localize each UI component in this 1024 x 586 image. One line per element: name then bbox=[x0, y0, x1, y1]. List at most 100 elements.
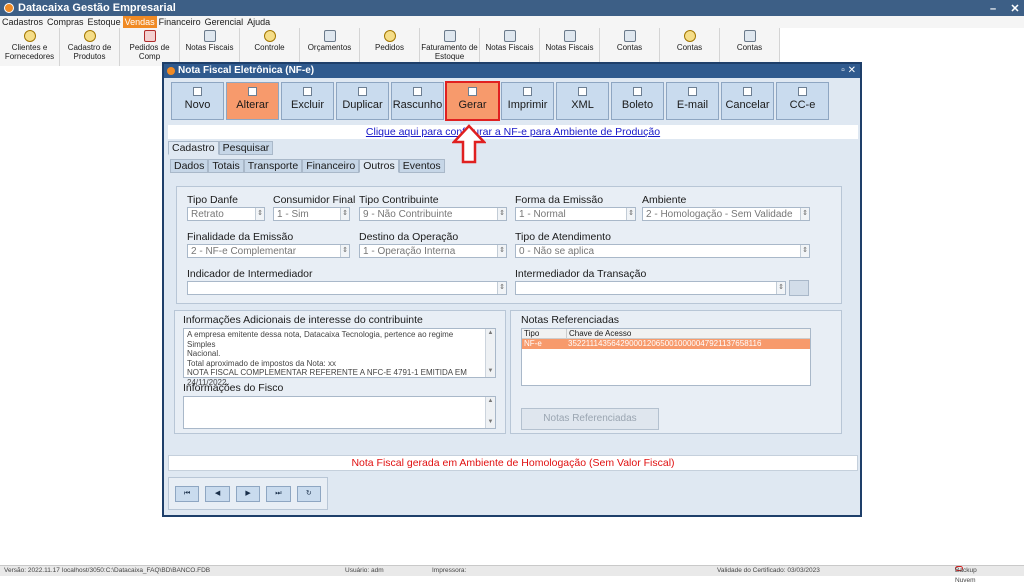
boleto-button[interactable]: Boleto bbox=[611, 82, 664, 120]
menu-financeiro[interactable]: Financeiro bbox=[157, 16, 203, 28]
toolbar-contas-3[interactable]: Contas bbox=[720, 28, 780, 66]
status-db: localhost/3050:C:\Datacaixa_FAQ\BD\BANCO… bbox=[62, 567, 211, 574]
intermediador-transacao-select[interactable]: ⇕ bbox=[515, 281, 786, 295]
tab-pesquisar[interactable]: Pesquisar bbox=[218, 141, 274, 155]
notas-ref-button[interactable]: Notas Referenciadas bbox=[521, 408, 659, 430]
ambiente-select[interactable]: 2 - Homologação - Sem Validade ⇕ bbox=[642, 207, 810, 221]
invoice-icon bbox=[203, 30, 216, 42]
cancel-icon bbox=[743, 87, 752, 96]
intermediador-search-button[interactable] bbox=[789, 280, 809, 296]
alterar-button[interactable]: Alterar bbox=[226, 82, 279, 120]
forma-emissao-select[interactable]: 1 - Normal ⇕ bbox=[515, 207, 636, 221]
toolbar-contas-1[interactable]: Contas bbox=[600, 28, 660, 66]
scroll-up-icon[interactable]: ▲ bbox=[486, 329, 495, 339]
status-impressora: Impressora: bbox=[432, 567, 467, 574]
toolbar-controle[interactable]: Controle bbox=[240, 28, 300, 66]
tab-eventos[interactable]: Eventos bbox=[398, 159, 445, 173]
tipo-contribuinte-select[interactable]: 9 - Não Contribuinte ⇕ bbox=[359, 207, 507, 221]
consumidor-final-select[interactable]: 1 - Sim ⇕ bbox=[273, 207, 350, 221]
accounts-icon bbox=[683, 30, 696, 42]
toolbar-pedidos[interactable]: Pedidos bbox=[360, 28, 420, 66]
prev-record-icon[interactable]: ◀ bbox=[205, 486, 230, 502]
textarea-scrollbar[interactable]: ▲ ▼ bbox=[485, 329, 495, 377]
col-chave: Chave de Acesso bbox=[566, 329, 762, 338]
scroll-down-icon[interactable]: ▼ bbox=[486, 367, 495, 377]
refresh-icon[interactable]: ↻ bbox=[296, 486, 322, 502]
toolbar-notas-fiscais-3[interactable]: Notas Fiscais bbox=[540, 28, 600, 66]
scroll-down-icon[interactable]: ▼ bbox=[486, 418, 495, 428]
menu-vendas[interactable]: Vendas bbox=[122, 16, 157, 28]
textarea-scrollbar[interactable]: ▲ ▼ bbox=[485, 397, 495, 428]
cce-button[interactable]: CC-e bbox=[776, 82, 829, 120]
spinner-icon: ⇕ bbox=[340, 208, 349, 220]
arrow-up-icon bbox=[452, 124, 486, 164]
menu-compras[interactable]: Compras bbox=[45, 16, 86, 28]
menu-ajuda[interactable]: Ajuda bbox=[245, 16, 272, 28]
table-row[interactable]: NF-e 35221114356429000120650010000047921… bbox=[522, 339, 810, 349]
sub-tabs: Dados Totais Transporte Financeiro Outro… bbox=[170, 159, 445, 173]
dialog-close-icon[interactable]: ✕ bbox=[848, 65, 856, 76]
rascunho-button[interactable]: Rascunho bbox=[391, 82, 444, 120]
tipo-danfe-select[interactable]: Retrato ⇕ bbox=[187, 207, 265, 221]
printer-icon bbox=[523, 87, 532, 96]
info-fisco-textarea[interactable]: ▲ ▼ bbox=[183, 396, 496, 429]
scroll-up-icon[interactable]: ▲ bbox=[486, 397, 495, 407]
toolbar-faturamento[interactable]: Faturamento de Estoque bbox=[420, 28, 480, 66]
last-record-icon[interactable]: ⏭ bbox=[266, 486, 291, 502]
tab-cadastro[interactable]: Cadastro bbox=[168, 141, 219, 155]
status-usuario: Usuário: adm bbox=[345, 567, 384, 574]
excluir-button[interactable]: Excluir bbox=[281, 82, 334, 120]
toolbar-contas-2[interactable]: Contas bbox=[660, 28, 720, 66]
notas-ref-panel: Notas Referenciadas Tipo Chave de Acesso… bbox=[510, 310, 842, 434]
next-record-icon[interactable]: ▶ bbox=[235, 486, 261, 502]
xml-button[interactable]: XML bbox=[556, 82, 609, 120]
email-button[interactable]: E-mail bbox=[666, 82, 719, 120]
tab-totais[interactable]: Totais bbox=[208, 159, 244, 173]
status-certificado: Validade do Certificado: 03/03/2023 bbox=[717, 567, 820, 574]
novo-button[interactable]: Novo bbox=[171, 82, 224, 120]
gear-icon bbox=[468, 87, 477, 96]
tab-outros[interactable]: Outros bbox=[359, 159, 399, 173]
finalidade-select[interactable]: 2 - NF-e Complementar ⇕ bbox=[187, 244, 350, 258]
toolbar-produtos[interactable]: Cadastro de Produtos bbox=[60, 28, 120, 66]
dialog-titlebar: Nota Fiscal Eletrônica (NF-e) ▫ ✕ bbox=[164, 64, 860, 78]
record-navigator: ⏮ ◀ ▶ ⏭ ↻ bbox=[168, 477, 328, 510]
toolbar-notas-fiscais-1[interactable]: Notas Fiscais bbox=[180, 28, 240, 66]
toolbar-pedidos-compra[interactable]: Pedidos de Comp bbox=[120, 28, 180, 66]
forma-emissao-label: Forma da Emissão bbox=[515, 194, 604, 206]
app-titlebar: Datacaixa Gestão Empresarial – ✕ bbox=[0, 0, 1024, 16]
correction-icon bbox=[798, 87, 807, 96]
menu-cadastros[interactable]: Cadastros bbox=[0, 16, 45, 28]
notas-ref-grid[interactable]: Tipo Chave de Acesso NF-e 35221114356429… bbox=[521, 328, 811, 386]
toolbar-orcamentos[interactable]: Orçamentos bbox=[300, 28, 360, 66]
info-adicionais-textarea[interactable]: A empresa emitente dessa nota, Datacaixa… bbox=[183, 328, 496, 387]
indicador-intermediador-select[interactable]: ⇕ bbox=[187, 281, 507, 295]
spinner-icon: ⇕ bbox=[255, 208, 264, 220]
first-record-icon[interactable]: ⏮ bbox=[175, 486, 200, 502]
info-fisco-label: Informações do Fisco bbox=[183, 382, 284, 394]
spinner-icon: ⇕ bbox=[626, 208, 635, 220]
production-config-link[interactable]: Clique aqui para configurar a NF-e para … bbox=[168, 125, 858, 139]
tab-financeiro[interactable]: Financeiro bbox=[302, 159, 360, 173]
menu-gerencial[interactable]: Gerencial bbox=[203, 16, 246, 28]
invoice-icon bbox=[563, 30, 576, 42]
toolbar-notas-fiscais-2[interactable]: Notas Fiscais bbox=[480, 28, 540, 66]
cancelar-button[interactable]: Cancelar bbox=[721, 82, 774, 120]
box-icon bbox=[83, 30, 96, 42]
delete-icon bbox=[303, 87, 312, 96]
mail-icon bbox=[688, 87, 697, 96]
duplicar-button[interactable]: Duplicar bbox=[336, 82, 389, 120]
toolbar-clientes[interactable]: Clientes e Fornecedores bbox=[0, 28, 60, 66]
imprimir-button[interactable]: Imprimir bbox=[501, 82, 554, 120]
gerar-button[interactable]: Gerar bbox=[445, 81, 500, 121]
destino-select[interactable]: 1 - Operação Interna ⇕ bbox=[359, 244, 507, 258]
close-icon[interactable]: ✕ bbox=[1008, 1, 1022, 17]
dialog-logo-icon bbox=[167, 67, 175, 75]
minimize-icon[interactable]: – bbox=[986, 1, 1000, 17]
menu-estoque[interactable]: Estoque bbox=[86, 16, 123, 28]
tipo-atendimento-select[interactable]: 0 - Não se aplica ⇕ bbox=[515, 244, 810, 258]
restore-icon[interactable]: ▫ bbox=[841, 65, 845, 76]
tab-transporte[interactable]: Transporte bbox=[243, 159, 303, 173]
duplicate-icon bbox=[358, 87, 367, 96]
tab-dados[interactable]: Dados bbox=[170, 159, 209, 173]
